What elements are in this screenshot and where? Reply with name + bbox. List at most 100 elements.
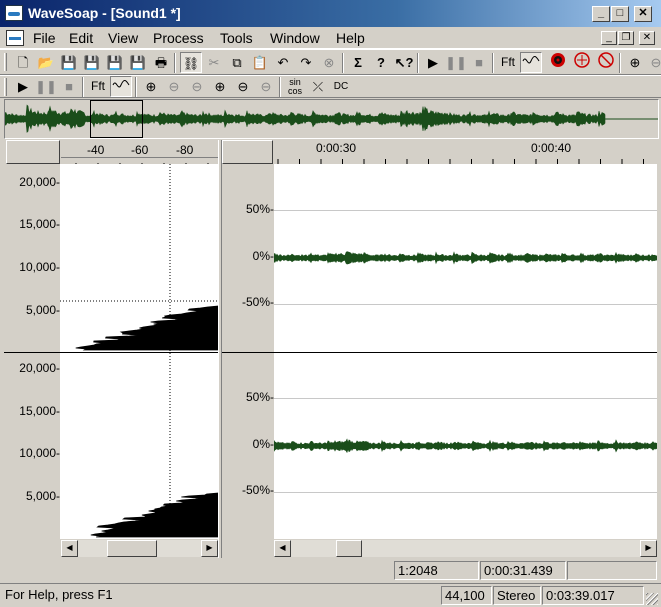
- link-channels-icon[interactable]: ⛓: [180, 52, 202, 73]
- zoom-vertical-max-icon[interactable]: ⊖: [186, 76, 208, 97]
- waveform-ch1-plot: [273, 251, 658, 265]
- scroll-right-icon[interactable]: ▶: [640, 540, 657, 557]
- save-all-icon[interactable]: 💾: [104, 52, 126, 73]
- amplitude-tick-label: 50%-: [245, 202, 274, 216]
- spectrum-ch1-plot: [60, 164, 219, 352]
- waveform-ch2[interactable]: [273, 353, 658, 539]
- waveform-corner-button[interactable]: [222, 140, 273, 164]
- amplitude-tick-label: 0%-: [252, 437, 274, 451]
- stop-icon[interactable]: ■: [468, 52, 490, 73]
- play-icon[interactable]: ▶: [12, 76, 34, 97]
- pause-icon[interactable]: ❚❚: [35, 76, 57, 97]
- redo-icon[interactable]: ↷: [295, 52, 317, 73]
- undo-icon[interactable]: ↶: [272, 52, 294, 73]
- zoom-vertical-icon[interactable]: ⊕: [624, 52, 646, 73]
- play-icon[interactable]: ▶: [422, 52, 444, 73]
- save-copy-icon[interactable]: 💾: [127, 52, 149, 73]
- time-tick-label: 0:00:40: [531, 141, 572, 155]
- minimize-button[interactable]: _: [592, 6, 610, 22]
- close-button[interactable]: ✕: [634, 6, 652, 22]
- freq-tick-label: 10,000-: [19, 260, 60, 274]
- scroll-thumb[interactable]: [336, 540, 362, 557]
- amplitude-tick-label: -50%-: [241, 483, 274, 497]
- cut-icon[interactable]: ✂: [203, 52, 225, 73]
- fft-view-button[interactable]: Fft: [497, 52, 519, 73]
- spectrum-horizontal-scrollbar[interactable]: ◀ ▶: [61, 540, 218, 557]
- db-tick-label: -60: [131, 143, 149, 157]
- save-icon[interactable]: 💾: [58, 52, 80, 73]
- scroll-right-icon[interactable]: ▶: [201, 540, 218, 557]
- view-toolbar: ▶ ❚❚ ■ Fft ⊕ ⊖ ⊖ ⊕ ⊖ ⊖ sin cos ⤫ DC: [0, 75, 661, 98]
- zoom-in-horizontal-icon[interactable]: ⊕: [209, 76, 231, 97]
- resize-grip-icon[interactable]: [646, 593, 658, 605]
- menu-help[interactable]: Help: [336, 30, 365, 46]
- denoise-icon[interactable]: [595, 52, 617, 73]
- menu-edit[interactable]: Edit: [69, 30, 93, 46]
- statistics-icon[interactable]: Σ: [347, 52, 369, 73]
- zoom-horizontal-max-icon[interactable]: ⊖: [255, 76, 277, 97]
- waveform-horizontal-scrollbar[interactable]: ◀ ▶: [274, 540, 657, 557]
- sincos-button[interactable]: sin cos: [284, 76, 306, 97]
- amplitude-tick-label: -50%-: [241, 295, 274, 309]
- fft-view-button[interactable]: Fft: [87, 76, 109, 97]
- mdi-close-button[interactable]: ✕: [639, 31, 655, 45]
- copy-icon[interactable]: ⧉: [226, 52, 248, 73]
- paste-icon[interactable]: 📋: [249, 52, 271, 73]
- freq-tick-label: 5,000-: [25, 303, 60, 317]
- menu-tools[interactable]: Tools: [220, 30, 253, 46]
- time-ruler[interactable]: 0:00:30 0:00:40: [274, 140, 657, 164]
- time-ruler-ticks: [277, 159, 644, 164]
- help-icon[interactable]: ?: [370, 52, 392, 73]
- frequency-axis-ch1: 20,000- 15,000- 10,000- 5,000-: [4, 164, 60, 352]
- app-window: WaveSoap - [Sound1 *] _ □ ✕ File Edit Vi…: [0, 0, 661, 607]
- save-as-icon[interactable]: 💾: [81, 52, 103, 73]
- title-bar[interactable]: WaveSoap - [Sound1 *] _ □ ✕: [0, 0, 661, 27]
- db-ruler[interactable]: -40 -60 -80: [61, 140, 218, 168]
- zoom-in-vertical-icon[interactable]: ⊕: [140, 76, 162, 97]
- waveform-ch1[interactable]: [273, 164, 658, 352]
- zoom-out-horizontal-icon[interactable]: ⊖: [232, 76, 254, 97]
- overview-strip[interactable]: [4, 99, 659, 139]
- zoom-ratio-status: 1:2048: [394, 561, 479, 580]
- amplitude-tick-label: 0%-: [252, 249, 274, 263]
- zoom-out-vertical-icon[interactable]: ⊖: [645, 52, 661, 73]
- stop-process-icon[interactable]: ⊗: [318, 52, 340, 73]
- db-tick-label: -40: [87, 143, 105, 157]
- sincos-label-bottom: cos: [287, 86, 302, 96]
- declick-icon[interactable]: [571, 52, 593, 73]
- pause-icon[interactable]: ❚❚: [445, 52, 467, 73]
- open-folder-icon[interactable]: 📂: [35, 52, 57, 73]
- document-icon[interactable]: [6, 30, 24, 46]
- resample-icon[interactable]: ⤫: [307, 76, 329, 97]
- main-toolbar: 🗋 📂 💾 💾 💾 💾 🖶 ⛓ ✂ ⧉ 📋 ↶ ↷ ⊗ Σ ? ↖? ▶ ❚❚ …: [0, 49, 661, 75]
- scroll-left-icon[interactable]: ◀: [274, 540, 291, 557]
- menu-window[interactable]: Window: [270, 30, 320, 46]
- print-icon[interactable]: 🖶: [150, 52, 172, 73]
- menu-process[interactable]: Process: [153, 30, 204, 46]
- amplitude-axis-ch1: 50%- 0%- -50%-: [222, 164, 274, 352]
- db-tick-label: -80: [176, 143, 194, 157]
- spectrum-ch1[interactable]: [60, 164, 219, 352]
- selection-status: [567, 561, 657, 580]
- mdi-minimize-button[interactable]: _: [601, 31, 617, 45]
- context-help-icon[interactable]: ↖?: [393, 52, 415, 73]
- zoom-out-vertical-icon[interactable]: ⊖: [163, 76, 185, 97]
- mdi-restore-button[interactable]: ❐: [618, 31, 634, 45]
- overview-viewport-marker[interactable]: [90, 100, 143, 138]
- spectrum-ch2[interactable]: [60, 353, 219, 539]
- waveform-view-icon[interactable]: [520, 52, 542, 73]
- stop-icon[interactable]: ■: [58, 76, 80, 97]
- toolbar-grip[interactable]: [4, 78, 7, 96]
- waveform-view-icon[interactable]: [110, 76, 132, 97]
- toolbar-grip[interactable]: [4, 53, 7, 71]
- record-disc-icon[interactable]: [547, 52, 569, 73]
- menu-file[interactable]: File: [33, 30, 56, 46]
- menu-view[interactable]: View: [108, 30, 138, 46]
- wavesoap-app-icon[interactable]: [5, 5, 23, 21]
- scroll-thumb[interactable]: [107, 540, 157, 557]
- maximize-button[interactable]: □: [611, 6, 629, 22]
- new-file-icon[interactable]: 🗋: [12, 52, 34, 73]
- dc-offset-button[interactable]: DC: [330, 76, 352, 97]
- scroll-left-icon[interactable]: ◀: [61, 540, 78, 557]
- spectrum-corner-button[interactable]: [6, 140, 60, 164]
